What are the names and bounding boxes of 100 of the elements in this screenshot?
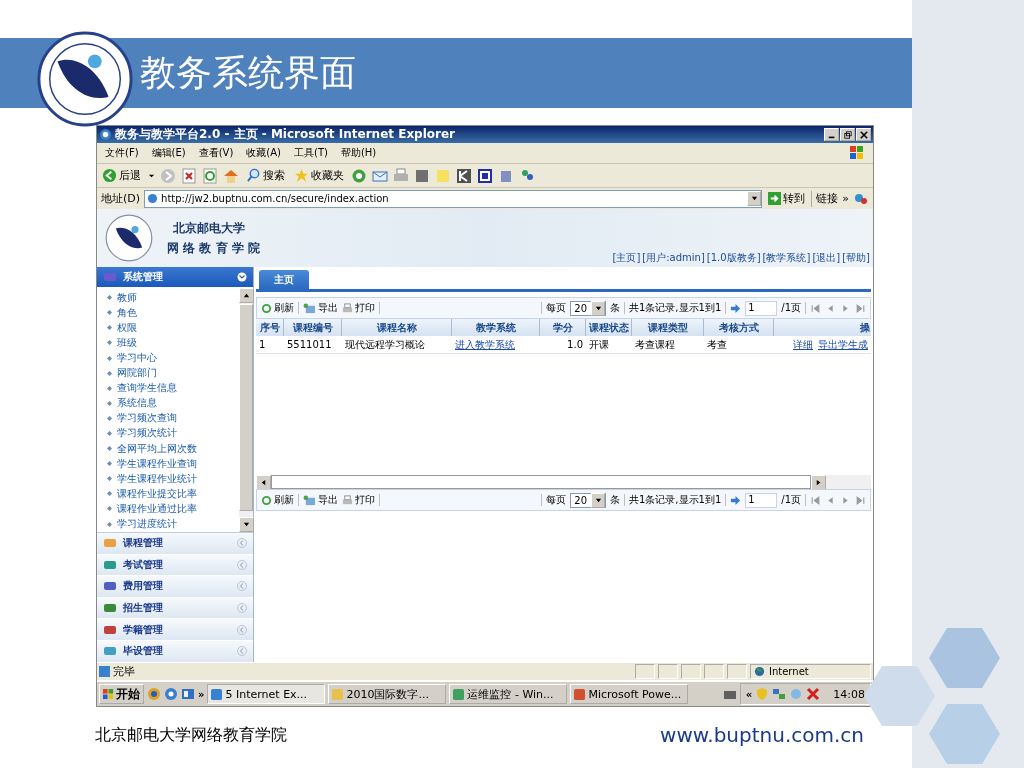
favorites-button[interactable]: 收藏夹 bbox=[292, 168, 346, 184]
table-link[interactable]: 详细 bbox=[793, 338, 813, 352]
sidebar-section[interactable]: 考试管理 bbox=[97, 554, 253, 577]
back-button[interactable]: 后退 bbox=[100, 168, 143, 184]
minimize-button[interactable] bbox=[824, 128, 839, 141]
square-icon[interactable] bbox=[477, 167, 493, 184]
column-header[interactable]: 序号 bbox=[256, 319, 284, 337]
page-field[interactable]: 1 bbox=[745, 301, 778, 316]
menu-item[interactable]: 帮助(H) bbox=[340, 145, 377, 160]
more-button[interactable]: » bbox=[198, 688, 205, 700]
caret-icon[interactable] bbox=[148, 172, 155, 180]
sidebar-section[interactable]: 招生管理 bbox=[97, 597, 253, 620]
sidebar-section[interactable]: 系统管理 bbox=[97, 267, 253, 289]
header-link[interactable]: [1.0版教务] bbox=[706, 251, 761, 266]
column-header[interactable]: 操 bbox=[774, 319, 870, 337]
restore-button[interactable] bbox=[840, 128, 855, 141]
sidebar-item[interactable]: 班级 bbox=[107, 335, 239, 351]
per-page-select[interactable]: 20 bbox=[570, 493, 606, 508]
scrollbar[interactable] bbox=[239, 288, 253, 533]
scroll-up-button[interactable] bbox=[239, 288, 254, 304]
export-button[interactable]: 导出 bbox=[303, 493, 338, 508]
desktop-icon[interactable] bbox=[181, 687, 195, 702]
taskbar-button[interactable]: 运维监控 - Win... bbox=[449, 684, 568, 705]
sidebar-item[interactable]: 学习进度统计 bbox=[107, 516, 239, 532]
sidebar-item[interactable]: 课程作业提交比率 bbox=[107, 486, 239, 502]
edit-icon[interactable] bbox=[414, 167, 430, 184]
last-page-icon[interactable] bbox=[855, 303, 866, 314]
website-link[interactable]: www.buptnu.com.cn bbox=[660, 723, 864, 747]
sidebar-item[interactable]: 查询学生信息 bbox=[107, 380, 239, 396]
header-link[interactable]: [教学系统] bbox=[762, 251, 811, 266]
first-page-icon[interactable] bbox=[810, 303, 821, 314]
first-page-icon[interactable] bbox=[810, 495, 821, 506]
sidebar-section[interactable]: 学籍管理 bbox=[97, 619, 253, 641]
column-header[interactable]: 考核方式 bbox=[704, 319, 774, 337]
sidebar-item[interactable]: 网院部门 bbox=[107, 365, 239, 381]
table-link[interactable]: 导出学生成 bbox=[818, 338, 868, 352]
go-arrow-icon[interactable] bbox=[730, 495, 742, 506]
column-header[interactable]: 课程编号 bbox=[284, 319, 342, 337]
header-link[interactable]: [主页] bbox=[612, 251, 641, 266]
square-icon[interactable] bbox=[456, 167, 472, 184]
column-header[interactable]: 教学系统 bbox=[452, 319, 540, 337]
taskbar-button[interactable]: 2010国际数字... bbox=[328, 684, 447, 705]
go-button[interactable]: 转到 bbox=[766, 191, 808, 207]
sidebar-item[interactable]: 课程作业通过比率 bbox=[107, 501, 239, 517]
previous-page-icon[interactable] bbox=[825, 495, 836, 506]
previous-page-icon[interactable] bbox=[825, 303, 836, 314]
header-link[interactable]: [退出] bbox=[812, 251, 841, 266]
sidebar-item[interactable]: 全网平均上网次数 bbox=[107, 441, 239, 457]
start-button[interactable]: 开始 bbox=[99, 684, 144, 705]
sidebar-item[interactable]: 学生课程作业查询 bbox=[107, 456, 239, 472]
links-label[interactable]: 链接 bbox=[816, 191, 839, 207]
column-header[interactable]: 课程状态 bbox=[586, 319, 632, 337]
print-button[interactable]: 打印 bbox=[342, 301, 375, 316]
next-page-icon[interactable] bbox=[840, 303, 851, 314]
expand-tray-button[interactable]: « bbox=[745, 688, 753, 700]
taskbar-button[interactable]: 5 Internet Ex... bbox=[207, 684, 326, 705]
column-header[interactable]: 学分 bbox=[540, 319, 586, 337]
dropdown-button[interactable] bbox=[747, 191, 762, 207]
menu-item[interactable]: 收藏(A) bbox=[246, 145, 281, 160]
antivirus-icon[interactable] bbox=[806, 687, 821, 702]
header-link[interactable]: [帮助] bbox=[842, 251, 870, 266]
stop-icon[interactable] bbox=[181, 167, 197, 184]
sidebar-item[interactable]: 权限 bbox=[107, 320, 239, 336]
header-link[interactable]: [用户:admin] bbox=[642, 251, 705, 266]
menu-item[interactable]: 编辑(E) bbox=[151, 145, 186, 160]
home-icon[interactable] bbox=[223, 167, 239, 184]
close-button[interactable] bbox=[856, 128, 871, 141]
column-header[interactable]: 课程类型 bbox=[632, 319, 704, 337]
refresh-button[interactable]: 刷新 bbox=[261, 493, 294, 508]
next-page-icon[interactable] bbox=[840, 495, 851, 506]
refresh-icon[interactable] bbox=[202, 167, 218, 184]
tab[interactable]: 主页 bbox=[259, 270, 309, 290]
more-button[interactable]: » bbox=[842, 192, 849, 206]
sidebar-item[interactable]: 系统信息 bbox=[107, 395, 239, 411]
address-field[interactable]: http://jw2.buptnu.com.cn/secure/index.action bbox=[144, 189, 763, 208]
network-icon[interactable] bbox=[772, 687, 787, 702]
sidebar-item[interactable]: 教师 bbox=[107, 290, 239, 306]
menu-item[interactable]: 查看(V) bbox=[198, 145, 234, 160]
sidebar-item[interactable]: 角色 bbox=[107, 305, 239, 321]
refresh-button[interactable]: 刷新 bbox=[261, 301, 294, 316]
table-link[interactable]: 进入教学系统 bbox=[455, 338, 515, 352]
taskbar-button[interactable]: Microsoft Powe... bbox=[570, 684, 689, 705]
scroll-down-button[interactable] bbox=[239, 517, 254, 533]
export-button[interactable]: 导出 bbox=[303, 301, 338, 316]
circle-icon[interactable] bbox=[147, 687, 161, 702]
sidebar-item[interactable]: 学习中心 bbox=[107, 350, 239, 366]
search-button[interactable]: 搜索 bbox=[244, 168, 287, 184]
sidebar-section[interactable]: 课程管理 bbox=[97, 533, 253, 555]
print-button[interactable]: 打印 bbox=[342, 493, 375, 508]
history-icon[interactable] bbox=[351, 167, 367, 184]
go-arrow-icon[interactable] bbox=[730, 303, 742, 314]
browser-icon[interactable] bbox=[164, 687, 178, 702]
sidebar-section[interactable]: 费用管理 bbox=[97, 576, 253, 598]
printer-icon[interactable] bbox=[393, 167, 409, 184]
page-field[interactable]: 1 bbox=[745, 493, 778, 508]
menu-item[interactable]: 工具(T) bbox=[294, 145, 328, 160]
column-header[interactable]: 课程名称 bbox=[342, 319, 452, 337]
forward-icon[interactable] bbox=[160, 167, 176, 184]
sidebar-item[interactable]: 学生课程作业统计 bbox=[107, 471, 239, 487]
sidebar-item[interactable]: 学习频次查询 bbox=[107, 410, 239, 426]
